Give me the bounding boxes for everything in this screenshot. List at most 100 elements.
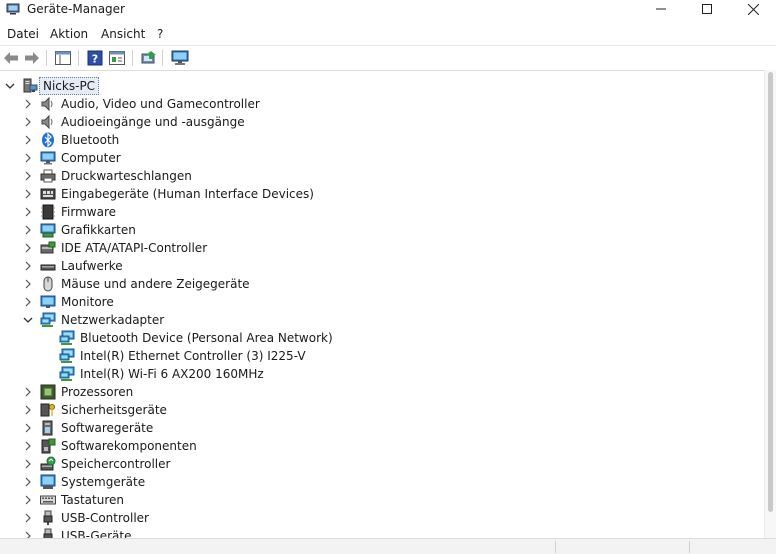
controller-icon xyxy=(40,241,56,254)
tree-item-graphics[interactable]: Grafikkarten xyxy=(0,221,764,239)
chevron-down-icon[interactable] xyxy=(22,314,34,326)
tree-child-label: Intel(R) Wi-Fi 6 AX200 160MHz xyxy=(80,367,264,381)
software-component-icon xyxy=(41,438,56,454)
tree-item-monitors[interactable]: Monitore xyxy=(0,293,764,311)
chevron-right-icon[interactable] xyxy=(22,188,34,200)
speaker-icon xyxy=(41,96,53,112)
chevron-right-icon[interactable] xyxy=(22,116,34,128)
chevron-right-icon[interactable] xyxy=(22,422,34,434)
tree-item-software-components[interactable]: Softwarekomponenten xyxy=(0,437,764,455)
window-title: Geräte-Manager xyxy=(27,2,125,16)
device-tree: Nicks-PC Audio, Video und Gamecontroller… xyxy=(0,76,764,538)
console-tree-icon xyxy=(55,51,71,65)
help-icon: ? xyxy=(87,50,103,66)
chevron-down-icon[interactable] xyxy=(4,80,16,92)
chevron-right-icon[interactable] xyxy=(22,440,34,452)
back-button[interactable] xyxy=(2,49,20,67)
chip-icon xyxy=(41,204,55,220)
tree-root-nicks-pc[interactable]: Nicks-PC xyxy=(0,77,764,95)
tree-item-label: Bluetooth xyxy=(61,133,120,147)
chevron-right-icon[interactable] xyxy=(22,224,34,236)
tree-item-network-adapters[interactable]: Netzwerkadapter xyxy=(0,311,764,329)
minimize-button[interactable] xyxy=(638,0,684,18)
chevron-right-icon[interactable] xyxy=(22,404,34,416)
chevron-right-icon[interactable] xyxy=(22,134,34,146)
tree-item-label: Softwaregeräte xyxy=(61,421,154,435)
tree-child-label: Bluetooth Device (Personal Area Network) xyxy=(80,331,333,345)
chevron-right-icon[interactable] xyxy=(22,152,34,164)
tree-item-mice[interactable]: Mäuse und andere Zeigegeräte xyxy=(0,275,764,293)
tree-item-bluetooth[interactable]: Bluetooth xyxy=(0,131,764,149)
tree-item-label: USB-Geräte xyxy=(61,529,132,538)
security-icon xyxy=(40,403,55,417)
tree-item-label: Audioeingänge und -ausgänge xyxy=(61,115,245,129)
tree-item-storage-controllers[interactable]: Speichercontroller xyxy=(0,455,764,473)
forward-button[interactable] xyxy=(23,49,41,67)
tree-child-wifi[interactable]: Intel(R) Wi-Fi 6 AX200 160MHz xyxy=(0,365,764,383)
tree-item-computer[interactable]: Computer xyxy=(0,149,764,167)
chevron-right-icon[interactable] xyxy=(22,512,34,524)
menu-aktion[interactable]: Aktion xyxy=(50,26,88,42)
toolbar: ? xyxy=(0,45,776,71)
tree-item-system-devices[interactable]: Systemgeräte xyxy=(0,473,764,491)
close-button[interactable] xyxy=(730,0,776,18)
tree-item-label: Mäuse und andere Zeigegeräte xyxy=(61,277,250,291)
properties-button[interactable] xyxy=(108,49,126,67)
chevron-right-icon[interactable] xyxy=(22,206,34,218)
chevron-right-icon[interactable] xyxy=(22,260,34,272)
chevron-right-icon[interactable] xyxy=(22,98,34,110)
update-driver-button[interactable] xyxy=(140,49,158,67)
tree-item-firmware[interactable]: Firmware xyxy=(0,203,764,221)
tree-item-drives[interactable]: Laufwerke xyxy=(0,257,764,275)
svg-text:?: ? xyxy=(92,53,98,66)
chevron-right-icon[interactable] xyxy=(22,458,34,470)
chevron-right-icon[interactable] xyxy=(22,296,34,308)
chevron-right-icon[interactable] xyxy=(22,278,34,290)
tree-item-security[interactable]: Sicherheitsgeräte xyxy=(0,401,764,419)
tree-item-processors[interactable]: Prozessoren xyxy=(0,383,764,401)
mouse-icon xyxy=(43,276,53,292)
chevron-right-icon[interactable] xyxy=(22,170,34,182)
tree-item-audio-io[interactable]: Audioeingänge und -ausgänge xyxy=(0,113,764,131)
network-adapter-icon xyxy=(59,330,75,345)
menu-ansicht[interactable]: Ansicht xyxy=(101,26,145,42)
tree-child-ethernet[interactable]: Intel(R) Ethernet Controller (3) I225-V xyxy=(0,347,764,365)
menu-datei[interactable]: Datei xyxy=(7,26,39,42)
tree-item-label: Netzwerkadapter xyxy=(61,313,165,327)
vertical-scrollbar[interactable] xyxy=(764,70,776,538)
tree-item-label: Tastaturen xyxy=(61,493,124,507)
tree-child-bluetooth-pan[interactable]: Bluetooth Device (Personal Area Network) xyxy=(0,329,764,347)
storage-controller-icon xyxy=(40,456,56,471)
chevron-right-icon[interactable] xyxy=(22,530,34,538)
scan-hardware-icon xyxy=(171,50,189,65)
chevron-right-icon[interactable] xyxy=(22,476,34,488)
chevron-right-icon[interactable] xyxy=(22,494,34,506)
tree-item-label: Grafikkarten xyxy=(61,223,136,237)
chevron-right-icon[interactable] xyxy=(22,386,34,398)
chevron-right-icon[interactable] xyxy=(22,242,34,254)
tree-item-ide-ata[interactable]: IDE ATA/ATAPI-Controller xyxy=(0,239,764,257)
tree-item-print-queues[interactable]: Druckwarteschlangen xyxy=(0,167,764,185)
tree-item-label: Druckwarteschlangen xyxy=(61,169,192,183)
tree-item-usb-devices[interactable]: USB-Geräte xyxy=(0,527,764,538)
tree-item-usb-controllers[interactable]: USB-Controller xyxy=(0,509,764,527)
hid-icon xyxy=(40,188,56,200)
tree-item-label: USB-Controller xyxy=(61,511,149,525)
tree-item-label: Softwarekomponenten xyxy=(61,439,197,453)
forward-arrow-icon xyxy=(25,52,39,64)
scrollbar-thumb[interactable] xyxy=(768,72,773,512)
title-bar: Geräte-Manager xyxy=(0,0,776,22)
maximize-button[interactable] xyxy=(684,0,730,18)
tree-item-keyboards[interactable]: Tastaturen xyxy=(0,491,764,509)
show-hide-tree-button[interactable] xyxy=(54,49,72,67)
device-manager-icon xyxy=(6,3,20,15)
processor-icon xyxy=(40,384,56,400)
help-button[interactable]: ? xyxy=(86,49,104,67)
menu-help[interactable]: ? xyxy=(157,26,163,42)
scan-hardware-button[interactable] xyxy=(171,49,189,67)
tree-item-hid[interactable]: Eingabegeräte (Human Interface Devices) xyxy=(0,185,764,203)
network-icon xyxy=(40,312,56,327)
tree-item-software-devices[interactable]: Softwaregeräte xyxy=(0,419,764,437)
network-adapter-icon xyxy=(59,366,75,381)
tree-item-audio-video[interactable]: Audio, Video und Gamecontroller xyxy=(0,95,764,113)
